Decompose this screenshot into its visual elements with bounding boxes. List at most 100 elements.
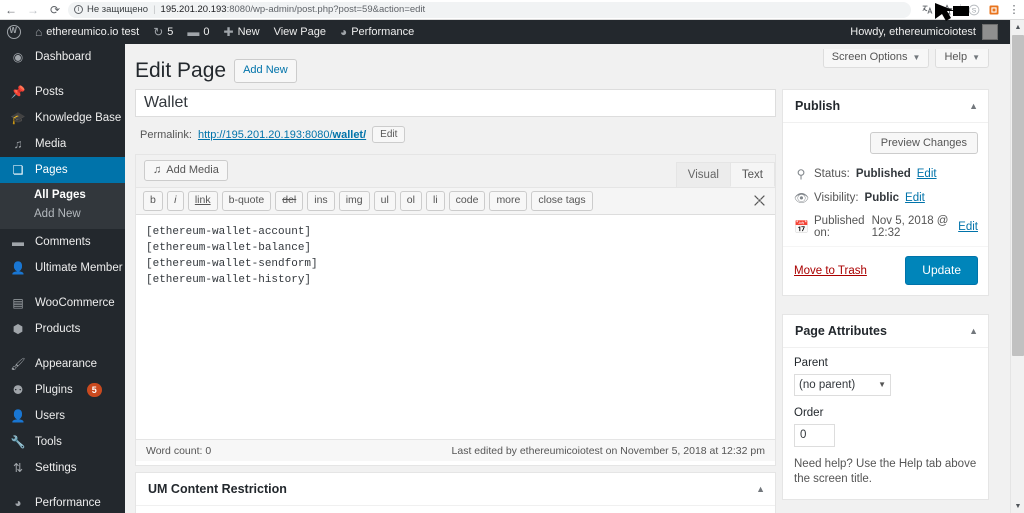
performance-menu[interactable]: ◕ Performance <box>333 20 421 44</box>
sidebar-item-woocommerce[interactable]: ▤ WooCommerce <box>0 290 125 316</box>
sidebar-item-appearance[interactable]: 🖌 Appearance <box>0 351 125 377</box>
sidebar-item-settings[interactable]: ⇅ Settings <box>0 455 125 481</box>
content-textarea[interactable]: [ethereum-wallet-account] [ethereum-wall… <box>136 215 775 434</box>
comments-menu[interactable]: ▬ 0 <box>180 20 216 44</box>
editor-mode-tabs: Visual Text <box>675 162 775 187</box>
sidebar-item-users[interactable]: 👤 Users <box>0 403 125 429</box>
sidebar-item-performance[interactable]: ◕ Performance <box>0 490 125 513</box>
updates-menu[interactable]: ↻ 5 <box>146 20 180 44</box>
my-account-menu[interactable]: Howdy, ethereumicoiotest <box>850 24 998 40</box>
chevron-up-icon[interactable]: ▲ <box>969 326 978 336</box>
permalink-link[interactable]: http://195.201.20.193:8080/wallet/ <box>198 129 366 141</box>
fullscreen-icon[interactable] <box>753 194 766 210</box>
edit-date-link[interactable]: Edit <box>958 221 978 233</box>
site-info-icon[interactable]: i <box>74 5 83 14</box>
woocommerce-icon: ▤ <box>12 296 24 310</box>
scroll-up-arrow[interactable]: ▲ <box>1011 20 1024 34</box>
reload-icon[interactable]: ⟳ <box>44 0 66 20</box>
menu-separator <box>0 281 125 290</box>
sidebar-item-label: Media <box>35 138 67 150</box>
sidebar-item-tools[interactable]: 🔧 Tools <box>0 429 125 455</box>
comments-count: 0 <box>203 26 210 38</box>
page-attributes-box: Page Attributes ▲ Parent (no parent) ▼ O… <box>782 313 989 500</box>
um-box-header[interactable]: UM Content Restriction ▲ <box>136 473 775 506</box>
page-scrollbar[interactable]: ▲ ▼ <box>1010 20 1024 513</box>
menu-separator <box>0 342 125 351</box>
publish-box-header[interactable]: Publish ▲ <box>783 90 988 123</box>
status-value: Published <box>855 168 911 180</box>
quicktag-close-tags[interactable]: close tags <box>531 191 593 211</box>
quicktag-code[interactable]: code <box>448 191 486 211</box>
view-page-link[interactable]: View Page <box>267 20 333 44</box>
site-name-menu[interactable]: ⌂ ethereumico.io test <box>28 20 146 44</box>
sidebar-item-comments[interactable]: ▬ Comments <box>0 229 125 255</box>
scroll-down-arrow[interactable]: ▼ <box>1011 499 1024 513</box>
quicktag-more[interactable]: more <box>489 191 528 211</box>
quicktag-li[interactable]: li <box>425 191 445 211</box>
add-media-button[interactable]: ♫ Add Media <box>144 160 228 181</box>
quicktag-img[interactable]: img <box>338 191 370 211</box>
order-input[interactable] <box>794 423 835 447</box>
pages-submenu: All Pages Add New <box>0 183 125 229</box>
update-button[interactable]: Update <box>905 256 978 285</box>
quicktag-link[interactable]: link <box>187 191 218 211</box>
menu-icon[interactable]: ⋮ <box>1004 0 1024 20</box>
permalink-slug: wallet/ <box>332 128 367 141</box>
extension-icon[interactable] <box>984 0 1004 20</box>
edit-visibility-link[interactable]: Edit <box>905 192 925 204</box>
publish-date-row: 📅 Published on: Nov 5, 2018 @ 12:32 Edit <box>783 212 988 246</box>
chevron-up-icon[interactable]: ▲ <box>969 101 978 111</box>
forward-icon[interactable]: → <box>22 0 44 20</box>
admin-main-content: Screen Options ▼ Help ▼ Edit Page Add Ne… <box>125 44 1010 513</box>
tab-visual[interactable]: Visual <box>675 162 731 187</box>
quicktags-toolbar: b i link b-quote del ins img ul ol li co… <box>136 188 775 215</box>
page-attributes-header[interactable]: Page Attributes ▲ <box>783 315 988 348</box>
sidebar-item-plugins[interactable]: ⚉ Plugins 5 <box>0 377 125 403</box>
quicktag-b-quote[interactable]: b-quote <box>221 191 272 211</box>
mouse-cursor <box>935 3 969 21</box>
wp-logo-menu[interactable] <box>0 20 28 44</box>
media-icon: ♫ <box>13 137 23 151</box>
sidebar-item-label: Appearance <box>35 358 98 370</box>
sidebar-item-knowledge-base[interactable]: 🎓 Knowledge Base <box>0 105 125 131</box>
user-icon: 👤 <box>10 261 26 275</box>
quicktag-ins[interactable]: ins <box>307 191 335 211</box>
sidebar-item-media[interactable]: ♫ Media <box>0 131 125 157</box>
sidebar-item-ultimate-member[interactable]: 👤 Ultimate Member <box>0 255 125 281</box>
browser-toolbar: ← → ⟳ i Не защищено | 195.201.20.193 :80… <box>0 0 1024 20</box>
editor-status-bar: Word count: 0 Last edited by ethereumico… <box>136 439 775 461</box>
pages-icon: ❏ <box>12 163 24 177</box>
scrollbar-thumb[interactable] <box>1012 35 1024 356</box>
submenu-item-all-pages[interactable]: All Pages <box>0 186 125 205</box>
wrench-icon: 🔧 <box>10 435 26 449</box>
new-content-menu[interactable]: ✚ New <box>217 20 267 44</box>
edit-permalink-button[interactable]: Edit <box>372 126 406 143</box>
menu-separator <box>0 70 125 79</box>
move-to-trash-link[interactable]: Move to Trash <box>794 265 867 277</box>
order-label: Order <box>794 406 824 419</box>
sidebar-item-products[interactable]: ⬢ Products <box>0 316 125 342</box>
back-icon[interactable]: ← <box>0 0 22 20</box>
permalink-label: Permalink: <box>140 128 192 141</box>
address-bar[interactable]: i Не защищено | 195.201.20.193 :8080/wp-… <box>68 1 911 18</box>
parent-select[interactable]: (no parent) ▼ <box>794 373 891 396</box>
dashboard-icon: ◉ <box>12 50 24 64</box>
quicktag-del[interactable]: del <box>275 191 304 211</box>
post-title-input[interactable] <box>135 89 776 117</box>
add-new-button[interactable]: Add New <box>234 59 297 83</box>
help-button[interactable]: Help ▼ <box>935 49 989 68</box>
chevron-up-icon[interactable]: ▲ <box>756 484 765 494</box>
sidebar-item-pages[interactable]: ❏ Pages <box>0 157 125 183</box>
quicktag-ol[interactable]: ol <box>399 191 422 211</box>
submenu-item-add-new[interactable]: Add New <box>0 205 125 224</box>
preview-changes-button[interactable]: Preview Changes <box>869 132 978 154</box>
quicktag-b[interactable]: b <box>143 191 163 211</box>
sidebar-item-posts[interactable]: 📌 Posts <box>0 79 125 105</box>
screen-options-button[interactable]: Screen Options ▼ <box>822 49 930 68</box>
content-editor-panel: ♫ Add Media Visual Text b i link b-quote… <box>135 154 776 466</box>
sidebar-item-dashboard[interactable]: ◉ Dashboard <box>0 44 125 70</box>
edit-status-link[interactable]: Edit <box>917 168 937 180</box>
quicktag-ul[interactable]: ul <box>373 191 396 211</box>
quicktag-i[interactable]: i <box>166 191 184 211</box>
tab-text[interactable]: Text <box>729 162 775 187</box>
